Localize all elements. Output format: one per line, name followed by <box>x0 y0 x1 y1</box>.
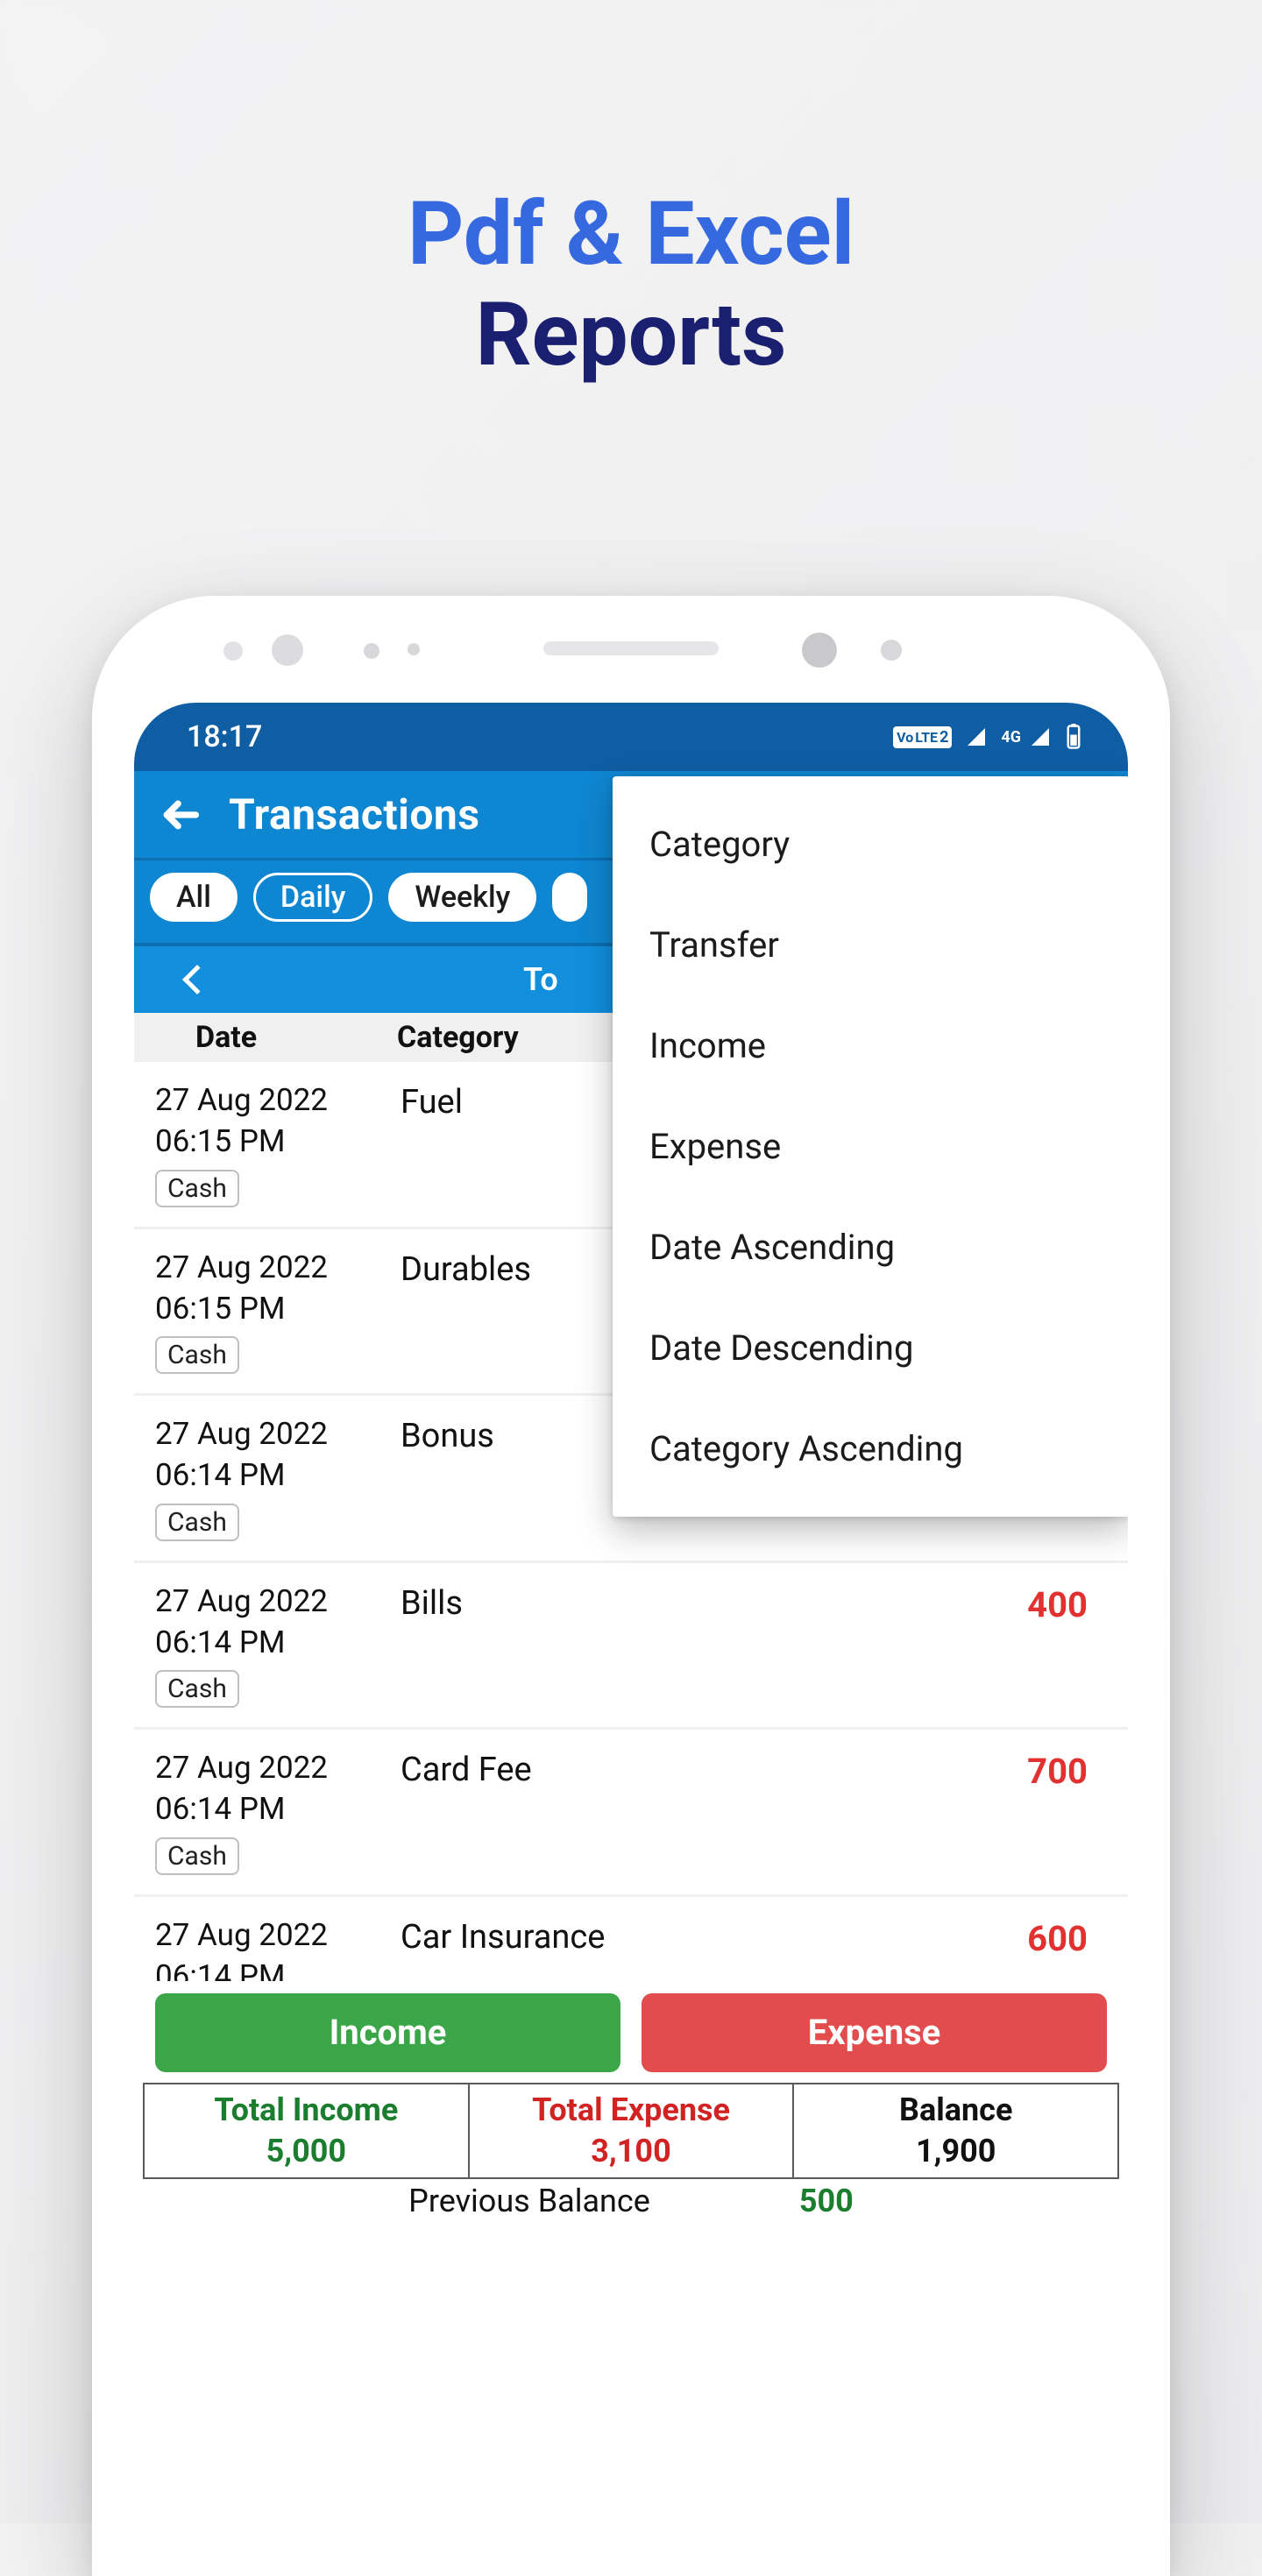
tx-date: 27 Aug 2022 <box>155 1581 401 1622</box>
prev-balance-label: Previous Balance <box>408 2183 650 2219</box>
menu-item-category-ascending[interactable]: Category Ascending <box>613 1398 1128 1499</box>
tx-date: 27 Aug 2022 <box>155 1914 401 1956</box>
sensor-dot-icon <box>364 643 379 659</box>
volte-icon: VoLTE2 <box>893 726 952 748</box>
summary-label: Total Expense <box>532 2090 730 2131</box>
signal-icon <box>964 726 989 747</box>
wallet-badge: Cash <box>155 1170 239 1207</box>
wallet-badge: Cash <box>155 1670 239 1708</box>
status-icons: VoLTE2 4G <box>893 724 1082 750</box>
phone-frame: 18:17 VoLTE2 4G Transaction <box>92 596 1170 2576</box>
wallet-badge: Cash <box>155 1336 239 1374</box>
phone-hardware-top <box>92 596 1170 675</box>
signal-icon <box>1028 726 1053 747</box>
filter-chip-weekly[interactable]: Weekly <box>388 873 536 922</box>
tx-category: Card Fee <box>401 1747 932 1875</box>
filter-chip-next[interactable] <box>552 873 587 922</box>
tx-amount: 600 <box>932 1914 1107 1981</box>
tx-time: 06:15 PM <box>155 1288 401 1329</box>
prev-balance-value: 500 <box>799 2183 854 2219</box>
sensor-dot-icon <box>408 643 420 655</box>
tx-date: 27 Aug 2022 <box>155 1747 401 1788</box>
battery-icon <box>1065 724 1082 750</box>
menu-item-expense[interactable]: Expense <box>613 1096 1128 1197</box>
marketing-headline: Pdf & Excel Reports <box>0 184 1262 386</box>
wallet-badge: Cash <box>155 1837 239 1875</box>
summary-table: Total Income 5,000 Total Expense 3,100 B… <box>143 2083 1119 2179</box>
menu-item-category[interactable]: Category <box>613 794 1128 895</box>
summary-label: Total Income <box>214 2090 398 2131</box>
back-arrow-icon[interactable] <box>160 796 199 834</box>
menu-item-income[interactable]: Income <box>613 995 1128 1096</box>
tx-date: 27 Aug 2022 <box>155 1247 401 1288</box>
chevron-left-icon[interactable] <box>182 965 212 994</box>
tx-date: 27 Aug 2022 <box>155 1413 401 1454</box>
filter-chip-all[interactable]: All <box>150 873 238 922</box>
phone-screen: 18:17 VoLTE2 4G Transaction <box>134 703 1128 2576</box>
summary-balance: Balance 1,900 <box>794 2084 1117 2177</box>
tx-time: 06:14 PM <box>155 1956 401 1981</box>
network-4g-label: 4G <box>1001 728 1021 747</box>
sensor-dot-icon <box>272 634 303 666</box>
summary-previous-balance: Previous Balance 500 <box>134 2179 1128 2223</box>
tx-time: 06:14 PM <box>155 1454 401 1496</box>
tx-category: Car Insurance <box>401 1914 932 1981</box>
summary-total-expense: Total Expense 3,100 <box>470 2084 795 2177</box>
tx-date: 27 Aug 2022 <box>155 1079 401 1121</box>
col-header-date: Date <box>134 1020 397 1055</box>
action-button-row: Income Expense <box>134 1981 1128 2083</box>
status-time: 18:17 <box>187 719 262 754</box>
sensor-dot-icon <box>223 641 243 661</box>
headline-line-2: Reports <box>0 285 1262 386</box>
filter-chip-daily[interactable]: Daily <box>253 873 373 922</box>
menu-item-date-ascending[interactable]: Date Ascending <box>613 1197 1128 1298</box>
menu-item-date-descending[interactable]: Date Descending <box>613 1298 1128 1398</box>
summary-value: 3,100 <box>591 2131 670 2172</box>
date-nav-label: To <box>523 961 558 998</box>
income-button[interactable]: Income <box>155 1993 620 2072</box>
page-title: Transactions <box>229 789 480 839</box>
summary-total-income: Total Income 5,000 <box>145 2084 470 2177</box>
tx-amount: 700 <box>932 1747 1107 1875</box>
android-status-bar: 18:17 VoLTE2 4G <box>134 703 1128 771</box>
wallet-badge: Cash <box>155 1504 239 1541</box>
sort-filter-menu: Category Transfer Income Expense Date As… <box>613 776 1128 1517</box>
summary-label: Balance <box>899 2090 1012 2131</box>
table-row[interactable]: 27 Aug 2022 06:14 PM Cash Card Fee 700 <box>134 1730 1128 1897</box>
tx-time: 06:15 PM <box>155 1121 401 1162</box>
summary-value: 5,000 <box>266 2131 346 2172</box>
summary-value: 1,900 <box>916 2131 996 2172</box>
tx-time: 06:14 PM <box>155 1788 401 1829</box>
sensor-dot-icon <box>881 640 902 661</box>
menu-item-transfer[interactable]: Transfer <box>613 895 1128 995</box>
headline-line-1: Pdf & Excel <box>0 184 1262 285</box>
table-row[interactable]: 27 Aug 2022 06:14 PM Cash Bills 400 <box>134 1563 1128 1730</box>
tx-time: 06:14 PM <box>155 1622 401 1663</box>
expense-button[interactable]: Expense <box>642 1993 1107 2072</box>
tx-amount: 400 <box>932 1581 1107 1709</box>
front-camera-icon <box>802 633 837 668</box>
table-row[interactable]: 27 Aug 2022 06:14 PM Car Insurance 600 <box>134 1897 1128 1981</box>
speaker-grille-icon <box>543 641 719 655</box>
tx-category: Bills <box>401 1581 932 1709</box>
